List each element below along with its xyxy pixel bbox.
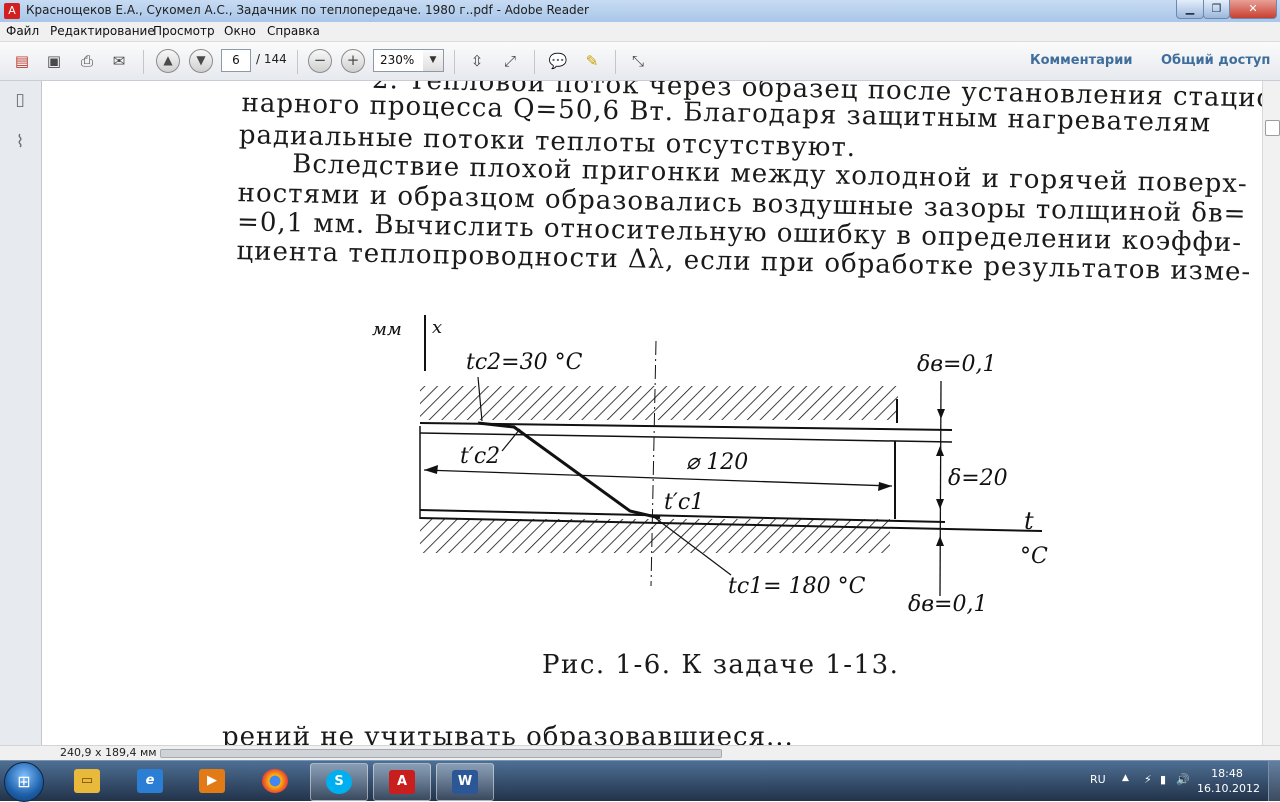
zoom-input[interactable]: 230% (373, 49, 424, 72)
tc2-prime-label: t′c2 (460, 444, 500, 469)
horizontal-scrollbar[interactable] (160, 747, 1260, 758)
language-indicator[interactable]: RU (1090, 773, 1106, 786)
menu-bar: Файл Редактирование Просмотр Окно Справк… (0, 22, 1280, 42)
navigation-pane: ▯ ⌇ (0, 81, 42, 745)
horizontal-scroll-thumb[interactable] (160, 749, 722, 758)
toolbar-separator (143, 50, 144, 74)
word-icon: W (452, 770, 478, 794)
full-screen-icon[interactable]: ⤡ (626, 50, 650, 72)
figure-1-6: мм x ⌀ 120 tc2=30 °C t′c2 t′c1 tc1= 180 … (372, 315, 1048, 617)
clock-date: 16.10.2012 (1197, 782, 1260, 795)
attachments-icon[interactable]: ⌇ (9, 131, 31, 153)
delta-label: δ=20 (948, 466, 1008, 491)
adobe-reader-taskbar-icon: A (389, 770, 415, 794)
tc2-label: tc2=30 °C (466, 350, 583, 375)
skype-icon: S (326, 770, 352, 794)
diameter-label: ⌀ 120 (686, 450, 748, 475)
page-thumbnails-icon[interactable]: ▯ (9, 89, 31, 111)
highlight-icon[interactable]: ✎ (580, 50, 604, 72)
window-title: Краснощеков Е.А., Сукомел А.С., Задачник… (26, 3, 589, 17)
comments-link[interactable]: Комментарии (1030, 53, 1132, 68)
media-player-icon: ▶ (199, 769, 225, 793)
next-page-icon[interactable]: ▼ (189, 49, 213, 73)
windows-logo-icon: ⊞ (17, 772, 31, 791)
vertical-scroll-thumb[interactable] (1265, 120, 1280, 136)
share-link[interactable]: Общий доступ (1161, 53, 1270, 68)
print-icon[interactable]: ⎙ (75, 50, 99, 72)
page-total: / 144 (256, 52, 287, 66)
fit-width-icon[interactable]: ⤢ (498, 50, 522, 72)
menu-window[interactable]: Окно (224, 24, 256, 38)
windows-taskbar: ⊞ ▭ e ▶ S A W RU ▲ ⚡ ▮ 🔊 18:48 16.10.201… (0, 760, 1280, 802)
text-line-partial: рений не учитывать образовавшиеся... (222, 722, 794, 745)
taskbar-internet-explorer[interactable]: e (122, 763, 178, 799)
taskbar-explorer[interactable]: ▭ (59, 763, 115, 799)
axis-unit-label: мм (372, 319, 402, 340)
taskbar-adobe-reader[interactable]: A (373, 763, 431, 801)
show-hidden-icons-icon[interactable]: ▲ (1122, 773, 1129, 783)
menu-help[interactable]: Справка (267, 24, 320, 38)
tc1-prime-label: t′c1 (664, 490, 704, 515)
show-desktop-button[interactable] (1268, 761, 1280, 801)
toolbar-separator (297, 50, 298, 74)
delta-b-bottom-label: δв=0,1 (908, 592, 987, 617)
toolbar-separator (615, 50, 616, 74)
taskbar-chrome[interactable] (247, 763, 303, 799)
tc1-label: tc1= 180 °C (728, 574, 866, 599)
create-pdf-icon[interactable]: ▤ (10, 50, 34, 72)
t-axis-label: t (1024, 507, 1034, 535)
close-button[interactable]: ✕ (1229, 0, 1277, 19)
start-button[interactable]: ⊞ (4, 762, 44, 802)
t-unit-label: °C (1020, 544, 1048, 569)
page-number-input[interactable]: 6 (221, 49, 251, 72)
chrome-icon (262, 769, 288, 793)
menu-view[interactable]: Просмотр (153, 24, 215, 38)
adobe-reader-icon: A (4, 3, 20, 19)
save-icon[interactable]: ▣ (42, 50, 66, 72)
fit-page-icon[interactable]: ⇳ (465, 50, 489, 72)
vertical-scrollbar[interactable] (1262, 81, 1280, 745)
document-view[interactable]: 2. Тепловой поток через образец после ус… (42, 81, 1262, 745)
email-icon[interactable]: ✉ (107, 50, 131, 72)
menu-file[interactable]: Файл (6, 24, 39, 38)
network-icon[interactable]: ▮ (1160, 773, 1166, 786)
internet-explorer-icon: e (137, 769, 163, 793)
delta-b-top-label: δв=0,1 (917, 352, 996, 377)
toolbar-separator (534, 50, 535, 74)
zoom-out-icon[interactable]: − (308, 49, 332, 73)
page-size-label: 240,9 x 189,4 мм (60, 746, 157, 759)
toolbar-separator (454, 50, 455, 74)
volume-icon[interactable]: 🔊 (1176, 773, 1190, 786)
taskbar-clock[interactable]: 18:48 16.10.2012 (1197, 766, 1260, 796)
taskbar-media-player[interactable]: ▶ (184, 763, 240, 799)
zoom-in-icon[interactable]: + (341, 49, 365, 73)
menu-edit[interactable]: Редактирование (50, 24, 155, 38)
title-bar: A Краснощеков Е.А., Сукомел А.С., Задачн… (0, 0, 1280, 23)
minimize-button[interactable]: ▁ (1176, 0, 1204, 19)
page-content: 2. Тепловой поток через образец после ус… (222, 81, 1262, 745)
power-icon[interactable]: ⚡ (1144, 773, 1152, 786)
zoom-dropdown-icon[interactable]: ▼ (423, 49, 444, 72)
figure-caption: Рис. 1-6. К задаче 1-13. (542, 650, 899, 680)
maximize-button[interactable]: ❐ (1203, 0, 1230, 19)
clock-time: 18:48 (1211, 767, 1243, 780)
previous-page-icon[interactable]: ▲ (156, 49, 180, 73)
taskbar-word[interactable]: W (436, 763, 494, 801)
axis-x-label: x (432, 317, 442, 338)
folder-icon: ▭ (74, 769, 100, 793)
comment-icon[interactable]: 💬 (546, 50, 570, 72)
taskbar-skype[interactable]: S (310, 763, 368, 801)
